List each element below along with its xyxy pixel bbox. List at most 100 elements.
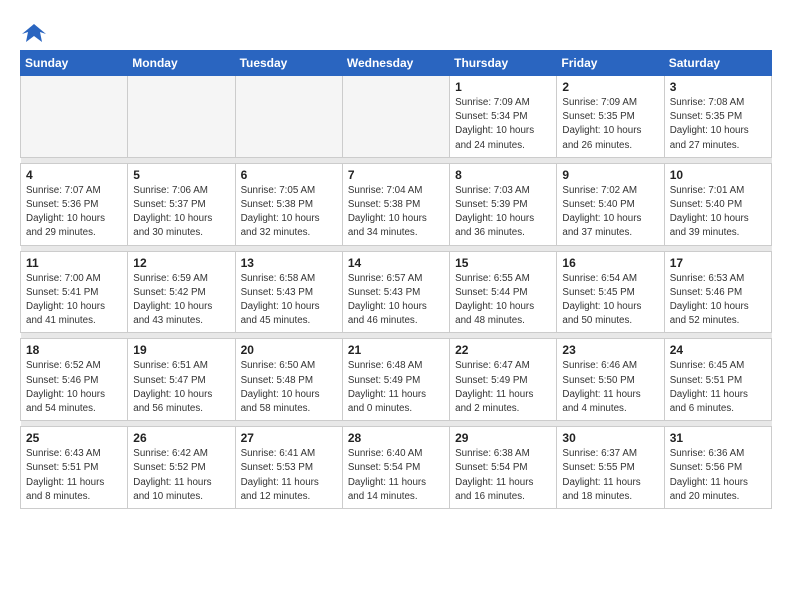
day-info: Sunrise: 6:55 AMSunset: 5:44 PMDaylight:… <box>455 272 551 329</box>
calendar-day-cell: 3 Sunrise: 7:08 AMSunset: 5:35 PMDaylight… <box>664 76 771 158</box>
day-info: Sunrise: 7:04 AMSunset: 5:38 PMDaylight:… <box>348 184 444 241</box>
calendar-day-cell <box>21 76 128 158</box>
header <box>20 16 772 44</box>
calendar-day-cell: 10 Sunrise: 7:01 AMSunset: 5:40 PMDayligh… <box>664 163 771 245</box>
day-number: 3 <box>670 80 766 94</box>
day-number: 2 <box>562 80 658 94</box>
day-info: Sunrise: 6:42 AMSunset: 5:52 PMDaylight:… <box>133 447 229 504</box>
calendar-day-cell <box>342 76 449 158</box>
calendar-day-cell: 28 Sunrise: 6:40 AMSunset: 5:54 PMDayligh… <box>342 427 449 509</box>
day-info: Sunrise: 6:40 AMSunset: 5:54 PMDaylight:… <box>348 447 444 504</box>
day-number: 12 <box>133 256 229 270</box>
day-info: Sunrise: 6:50 AMSunset: 5:48 PMDaylight:… <box>241 359 337 416</box>
day-number: 27 <box>241 431 337 445</box>
day-number: 5 <box>133 168 229 182</box>
calendar-day-cell: 17 Sunrise: 6:53 AMSunset: 5:46 PMDayligh… <box>664 251 771 333</box>
day-info: Sunrise: 6:59 AMSunset: 5:42 PMDaylight:… <box>133 272 229 329</box>
day-info: Sunrise: 6:46 AMSunset: 5:50 PMDaylight:… <box>562 359 658 416</box>
day-number: 14 <box>348 256 444 270</box>
calendar: SundayMondayTuesdayWednesdayThursdayFrid… <box>20 50 772 509</box>
logo <box>20 20 52 44</box>
day-number: 23 <box>562 343 658 357</box>
day-number: 6 <box>241 168 337 182</box>
calendar-day-cell: 31 Sunrise: 6:36 AMSunset: 5:56 PMDayligh… <box>664 427 771 509</box>
calendar-day-cell: 23 Sunrise: 6:46 AMSunset: 5:50 PMDayligh… <box>557 339 664 421</box>
calendar-day-cell: 24Sunrise: 6:45 AMSunset: 5:51 PMDayligh… <box>664 339 771 421</box>
calendar-day-cell: 7 Sunrise: 7:04 AMSunset: 5:38 PMDaylight… <box>342 163 449 245</box>
calendar-day-cell: 9 Sunrise: 7:02 AMSunset: 5:40 PMDaylight… <box>557 163 664 245</box>
calendar-day-cell: 14 Sunrise: 6:57 AMSunset: 5:43 PMDayligh… <box>342 251 449 333</box>
day-of-week-header: Thursday <box>450 51 557 76</box>
day-number: 1 <box>455 80 551 94</box>
calendar-day-cell: 27Sunrise: 6:41 AMSunset: 5:53 PMDayligh… <box>235 427 342 509</box>
calendar-day-cell: 5Sunrise: 7:06 AMSunset: 5:37 PMDaylight… <box>128 163 235 245</box>
calendar-day-cell: 15 Sunrise: 6:55 AMSunset: 5:44 PMDayligh… <box>450 251 557 333</box>
day-number: 16 <box>562 256 658 270</box>
day-info: Sunrise: 6:48 AMSunset: 5:49 PMDaylight:… <box>348 359 444 416</box>
calendar-week-row: 11 Sunrise: 7:00 AMSunset: 5:41 PMDayligh… <box>21 251 772 333</box>
day-info: Sunrise: 6:54 AMSunset: 5:45 PMDaylight:… <box>562 272 658 329</box>
day-number: 15 <box>455 256 551 270</box>
calendar-week-row: 18Sunrise: 6:52 AMSunset: 5:46 PMDayligh… <box>21 339 772 421</box>
calendar-header-row: SundayMondayTuesdayWednesdayThursdayFrid… <box>21 51 772 76</box>
day-info: Sunrise: 7:00 AMSunset: 5:41 PMDaylight:… <box>26 272 122 329</box>
logo-icon <box>20 20 48 44</box>
day-of-week-header: Monday <box>128 51 235 76</box>
calendar-day-cell: 8 Sunrise: 7:03 AMSunset: 5:39 PMDaylight… <box>450 163 557 245</box>
day-info: Sunrise: 6:45 AMSunset: 5:51 PMDaylight:… <box>670 359 766 416</box>
day-number: 7 <box>348 168 444 182</box>
day-info: Sunrise: 6:57 AMSunset: 5:43 PMDaylight:… <box>348 272 444 329</box>
day-of-week-header: Sunday <box>21 51 128 76</box>
calendar-day-cell: 11 Sunrise: 7:00 AMSunset: 5:41 PMDayligh… <box>21 251 128 333</box>
day-info: Sunrise: 6:43 AMSunset: 5:51 PMDaylight:… <box>26 447 122 504</box>
calendar-day-cell: 19Sunrise: 6:51 AMSunset: 5:47 PMDayligh… <box>128 339 235 421</box>
day-number: 13 <box>241 256 337 270</box>
day-number: 10 <box>670 168 766 182</box>
day-info: Sunrise: 6:36 AMSunset: 5:56 PMDaylight:… <box>670 447 766 504</box>
calendar-day-cell: 29 Sunrise: 6:38 AMSunset: 5:54 PMDayligh… <box>450 427 557 509</box>
day-info: Sunrise: 7:03 AMSunset: 5:39 PMDaylight:… <box>455 184 551 241</box>
day-number: 28 <box>348 431 444 445</box>
calendar-day-cell: 13 Sunrise: 6:58 AMSunset: 5:43 PMDayligh… <box>235 251 342 333</box>
day-number: 30 <box>562 431 658 445</box>
day-info: Sunrise: 6:52 AMSunset: 5:46 PMDaylight:… <box>26 359 122 416</box>
calendar-day-cell: 22 Sunrise: 6:47 AMSunset: 5:49 PMDayligh… <box>450 339 557 421</box>
day-number: 17 <box>670 256 766 270</box>
calendar-week-row: 4Sunrise: 7:07 AMSunset: 5:36 PMDaylight… <box>21 163 772 245</box>
day-info: Sunrise: 7:01 AMSunset: 5:40 PMDaylight:… <box>670 184 766 241</box>
calendar-day-cell <box>128 76 235 158</box>
calendar-day-cell: 4Sunrise: 7:07 AMSunset: 5:36 PMDaylight… <box>21 163 128 245</box>
day-info: Sunrise: 6:58 AMSunset: 5:43 PMDaylight:… <box>241 272 337 329</box>
day-number: 11 <box>26 256 122 270</box>
day-info: Sunrise: 7:05 AMSunset: 5:38 PMDaylight:… <box>241 184 337 241</box>
day-number: 21 <box>348 343 444 357</box>
day-info: Sunrise: 6:51 AMSunset: 5:47 PMDaylight:… <box>133 359 229 416</box>
calendar-day-cell: 26 Sunrise: 6:42 AMSunset: 5:52 PMDayligh… <box>128 427 235 509</box>
calendar-day-cell: 1 Sunrise: 7:09 AMSunset: 5:34 PMDaylight… <box>450 76 557 158</box>
day-number: 9 <box>562 168 658 182</box>
calendar-day-cell: 16 Sunrise: 6:54 AMSunset: 5:45 PMDayligh… <box>557 251 664 333</box>
day-number: 22 <box>455 343 551 357</box>
calendar-day-cell: 30 Sunrise: 6:37 AMSunset: 5:55 PMDayligh… <box>557 427 664 509</box>
day-number: 26 <box>133 431 229 445</box>
day-info: Sunrise: 7:09 AMSunset: 5:35 PMDaylight:… <box>562 96 658 153</box>
day-number: 25 <box>26 431 122 445</box>
day-number: 20 <box>241 343 337 357</box>
calendar-day-cell: 12 Sunrise: 6:59 AMSunset: 5:42 PMDayligh… <box>128 251 235 333</box>
day-info: Sunrise: 6:38 AMSunset: 5:54 PMDaylight:… <box>455 447 551 504</box>
day-info: Sunrise: 7:09 AMSunset: 5:34 PMDaylight:… <box>455 96 551 153</box>
day-number: 31 <box>670 431 766 445</box>
day-info: Sunrise: 6:53 AMSunset: 5:46 PMDaylight:… <box>670 272 766 329</box>
calendar-day-cell: 6 Sunrise: 7:05 AMSunset: 5:38 PMDaylight… <box>235 163 342 245</box>
day-info: Sunrise: 7:07 AMSunset: 5:36 PMDaylight:… <box>26 184 122 241</box>
day-info: Sunrise: 6:37 AMSunset: 5:55 PMDaylight:… <box>562 447 658 504</box>
calendar-week-row: 25 Sunrise: 6:43 AMSunset: 5:51 PMDayligh… <box>21 427 772 509</box>
day-of-week-header: Saturday <box>664 51 771 76</box>
day-info: Sunrise: 7:02 AMSunset: 5:40 PMDaylight:… <box>562 184 658 241</box>
day-number: 29 <box>455 431 551 445</box>
day-number: 8 <box>455 168 551 182</box>
day-info: Sunrise: 7:08 AMSunset: 5:35 PMDaylight:… <box>670 96 766 153</box>
day-of-week-header: Tuesday <box>235 51 342 76</box>
calendar-day-cell: 21 Sunrise: 6:48 AMSunset: 5:49 PMDayligh… <box>342 339 449 421</box>
day-info: Sunrise: 6:47 AMSunset: 5:49 PMDaylight:… <box>455 359 551 416</box>
